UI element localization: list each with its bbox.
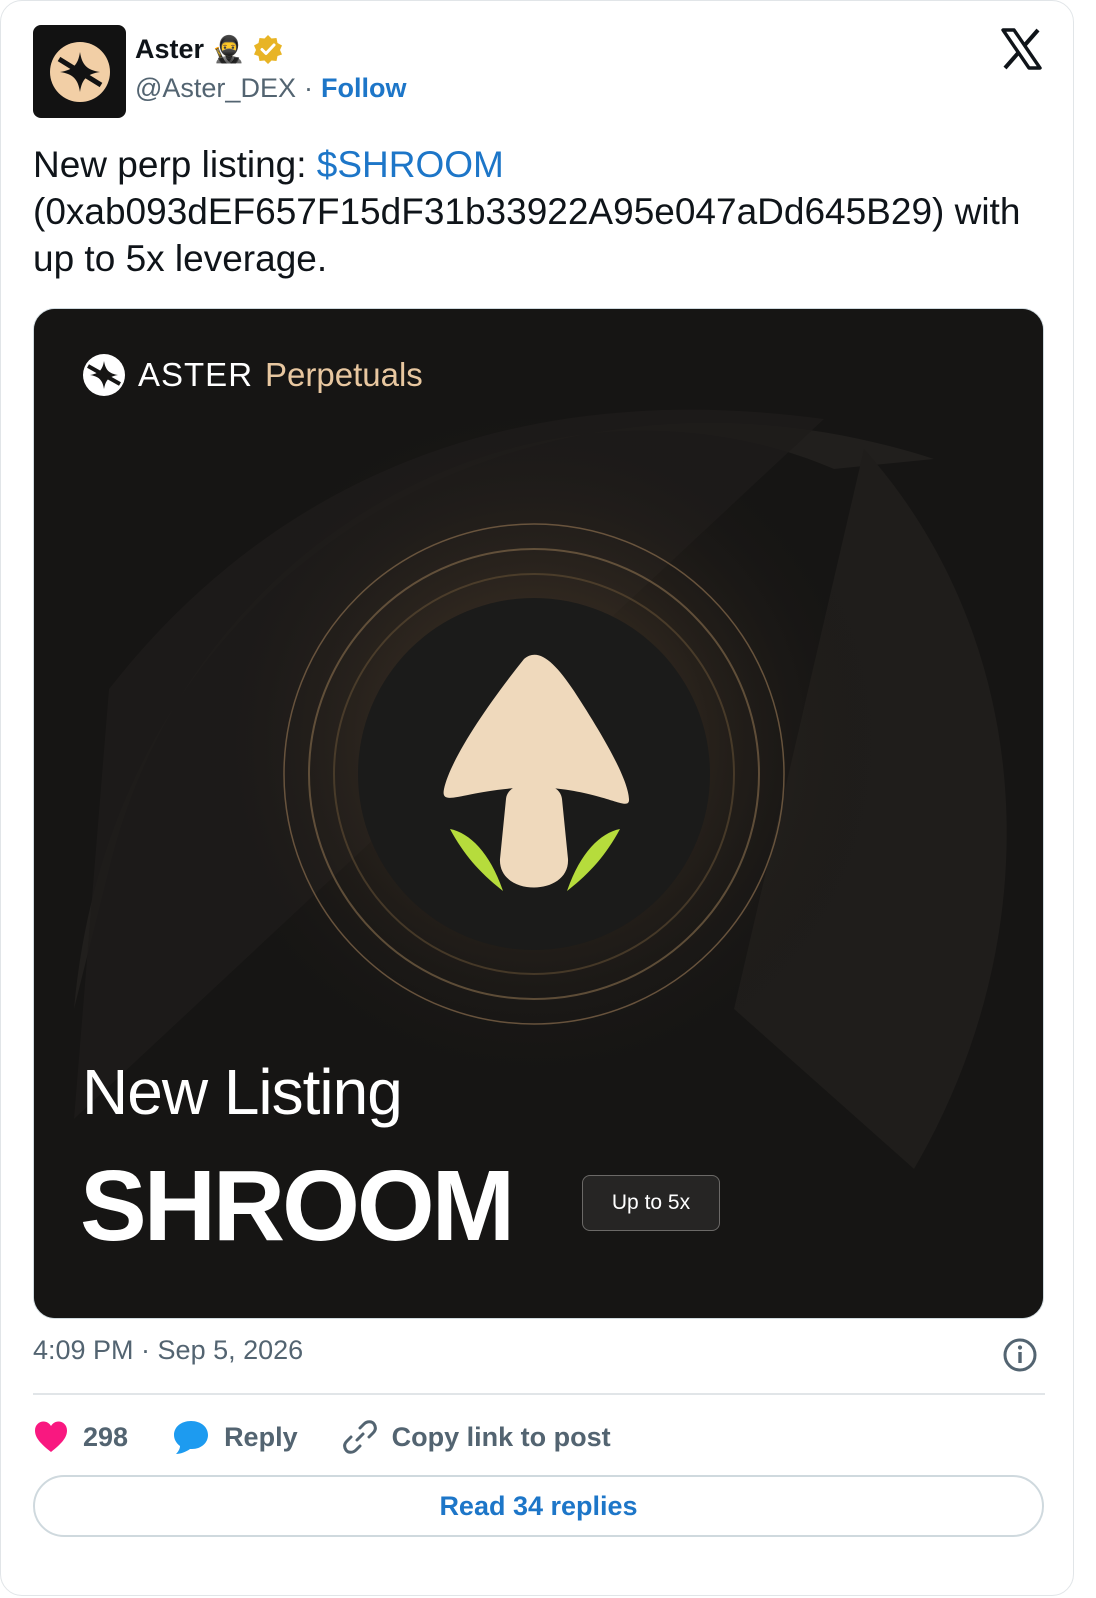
follow-button[interactable]: Follow <box>321 73 406 104</box>
media-brand: ASTER Perpetuals <box>82 353 423 397</box>
tweet-text-prefix: New perp listing: <box>33 144 317 185</box>
mushroom-icon <box>443 654 630 891</box>
heart-icon <box>35 1421 67 1452</box>
x-logo-icon[interactable] <box>999 27 1043 71</box>
media-headline: New Listing <box>82 1056 403 1128</box>
media-ticker: SHROOM <box>80 1150 515 1262</box>
read-replies-button[interactable]: Read 34 replies <box>33 1475 1044 1537</box>
tweet-card: Aster 🥷 @Aster_DEX · Follow New perp lis… <box>0 0 1074 1596</box>
reply-button[interactable]: Reply <box>172 1419 298 1455</box>
brand-product: Perpetuals <box>265 356 423 393</box>
aster-logo-icon <box>83 354 125 396</box>
author-handle-row: @Aster_DEX · Follow <box>135 73 406 104</box>
cashtag-link[interactable]: $SHROOM <box>317 144 504 185</box>
verified-badge-icon <box>254 35 283 64</box>
reply-bubble-icon <box>174 1421 209 1454</box>
like-button[interactable]: 298 <box>33 1419 128 1455</box>
tweet-timestamp[interactable]: 4:09 PM · Sep 5, 2026 <box>33 1335 303 1366</box>
tweet-text-suffix: (0xab093dEF657F15dF31b33922A95e047aDd645… <box>33 191 1021 279</box>
author-handle[interactable]: @Aster_DEX <box>135 73 296 104</box>
reply-label: Reply <box>224 1421 298 1452</box>
avatar[interactable] <box>33 25 126 118</box>
leverage-pill: Up to 5x <box>582 1175 720 1231</box>
tweet-header: Aster 🥷 @Aster_DEX · Follow <box>33 25 1043 119</box>
author-name-row: Aster 🥷 <box>135 33 284 65</box>
author-name[interactable]: Aster <box>135 34 204 65</box>
like-count: 298 <box>83 1421 129 1452</box>
tweet-text: New perp listing: $SHROOM (0xab093dEF657… <box>33 141 1043 282</box>
copy-link-button[interactable]: Copy link to post <box>342 1419 611 1455</box>
copy-link-label: Copy link to post <box>391 1421 611 1452</box>
ninja-emoji: 🥷 <box>212 33 245 64</box>
brand-name: ASTER <box>138 356 254 393</box>
tweet-media-image[interactable]: ASTER Perpetuals New Listing SHROOM Up t… <box>33 308 1044 1319</box>
link-icon <box>342 1420 377 1454</box>
info-icon[interactable] <box>1002 1337 1038 1373</box>
tweet-actions: 298 Reply Copy link to post <box>33 1413 655 1461</box>
aster-logo-icon <box>49 41 110 102</box>
divider <box>33 1393 1045 1395</box>
separator-dot: · <box>303 73 313 103</box>
